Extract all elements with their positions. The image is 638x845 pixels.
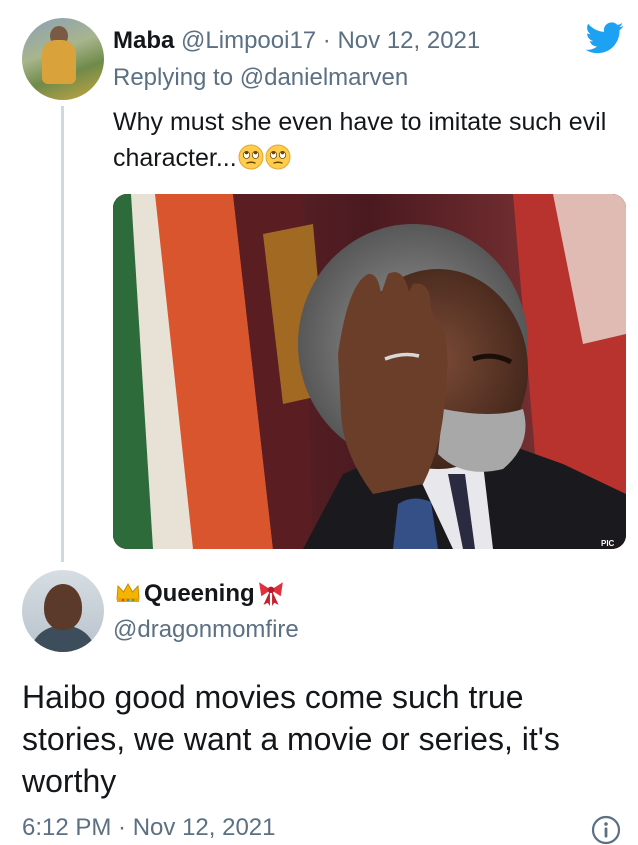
reply-tweet-header: Maba @Limpooi17 · Nov 12, 2021 xyxy=(113,26,480,56)
timestamp-separator: · xyxy=(111,814,133,841)
main-author-avatar[interactable] xyxy=(22,570,104,652)
reply-tweet-date[interactable]: Nov 12, 2021 xyxy=(337,27,480,54)
face-with-rolling-eyes-icon xyxy=(265,144,291,170)
avatar-face xyxy=(44,584,82,630)
replying-to-line: Replying to @danielmarven xyxy=(113,63,408,93)
reply-header-separator: · xyxy=(316,27,338,54)
main-author-name-text: Queening xyxy=(144,580,255,607)
replying-to-mention[interactable]: @danielmarven xyxy=(240,64,408,91)
replying-to-label: Replying to xyxy=(113,64,240,91)
main-author-name[interactable]: Queening xyxy=(113,578,286,610)
crown-icon xyxy=(116,582,140,602)
reply-author-handle[interactable]: @Limpooi17 xyxy=(181,27,316,54)
reply-author-avatar[interactable] xyxy=(22,18,104,100)
face-with-rolling-eyes-icon xyxy=(238,144,264,170)
photo-illustration: PIC xyxy=(113,194,626,549)
reply-tweet-text: Why must she even have to imitate such e… xyxy=(113,104,613,176)
tweet-timestamp[interactable]: 6:12 PM · Nov 12, 2021 xyxy=(22,812,276,844)
main-author-handle[interactable]: @dragonmomfire xyxy=(113,614,299,646)
tweet-time: 6:12 PM xyxy=(22,814,112,841)
thread-connector-line xyxy=(61,106,64,562)
tweet-photo[interactable]: PIC xyxy=(113,194,626,549)
reply-tweet-body: Why must she even have to imitate such e… xyxy=(113,108,607,172)
avatar-figure xyxy=(42,40,76,84)
reply-author-name[interactable]: Maba xyxy=(113,27,174,54)
photo-watermark: PIC xyxy=(601,539,615,548)
tweet-date: Nov 12, 2021 xyxy=(132,814,276,841)
twitter-bird-icon[interactable] xyxy=(586,22,624,54)
ribbon-icon xyxy=(258,582,283,606)
main-tweet-text: Haibo good movies come such true stories… xyxy=(22,679,560,799)
